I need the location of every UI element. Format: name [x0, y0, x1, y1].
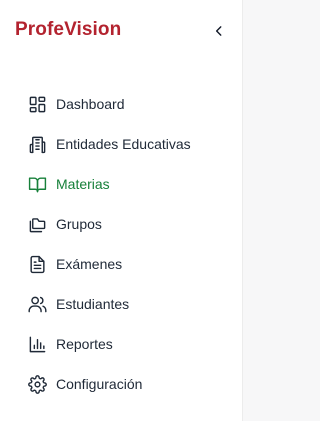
collapse-sidebar-button[interactable]	[209, 21, 229, 41]
sidebar-item-materias[interactable]: Materias	[0, 164, 242, 204]
sidebar-item-reportes[interactable]: Reportes	[0, 324, 242, 364]
sidebar-item-configuracion[interactable]: Configuración	[0, 364, 242, 404]
sidebar-item-entidades-educativas[interactable]: Entidades Educativas	[0, 124, 242, 164]
sidebar: ProfeVision Dashboard Entidades Educativ…	[0, 0, 243, 421]
sidebar-item-estudiantes[interactable]: Estudiantes	[0, 284, 242, 324]
building-icon	[27, 134, 47, 154]
sidebar-item-label: Exámenes	[56, 256, 123, 272]
users-icon	[27, 294, 47, 314]
sidebar-nav: Dashboard Entidades Educativas Materias …	[0, 84, 242, 404]
layout-grid-icon	[27, 94, 47, 114]
sidebar-item-label: Estudiantes	[56, 296, 130, 312]
sidebar-item-label: Configuración	[56, 376, 143, 392]
sidebar-item-label: Entidades Educativas	[56, 136, 191, 152]
file-text-icon	[27, 254, 47, 274]
sidebar-item-label: Reportes	[56, 336, 113, 352]
bar-chart-icon	[27, 334, 47, 354]
book-open-icon	[27, 174, 47, 194]
sidebar-item-dashboard[interactable]: Dashboard	[0, 84, 242, 124]
sidebar-item-label: Grupos	[56, 216, 102, 232]
chevron-left-icon	[212, 24, 226, 38]
sidebar-item-examenes[interactable]: Exámenes	[0, 244, 242, 284]
sidebar-item-label: Dashboard	[56, 96, 125, 112]
sidebar-item-grupos[interactable]: Grupos	[0, 204, 242, 244]
sidebar-item-label: Materias	[56, 176, 110, 192]
folders-icon	[27, 214, 47, 234]
sidebar-header: ProfeVision	[0, 0, 242, 64]
gear-icon	[27, 374, 47, 394]
brand-logo-text[interactable]: ProfeVision	[15, 19, 121, 41]
